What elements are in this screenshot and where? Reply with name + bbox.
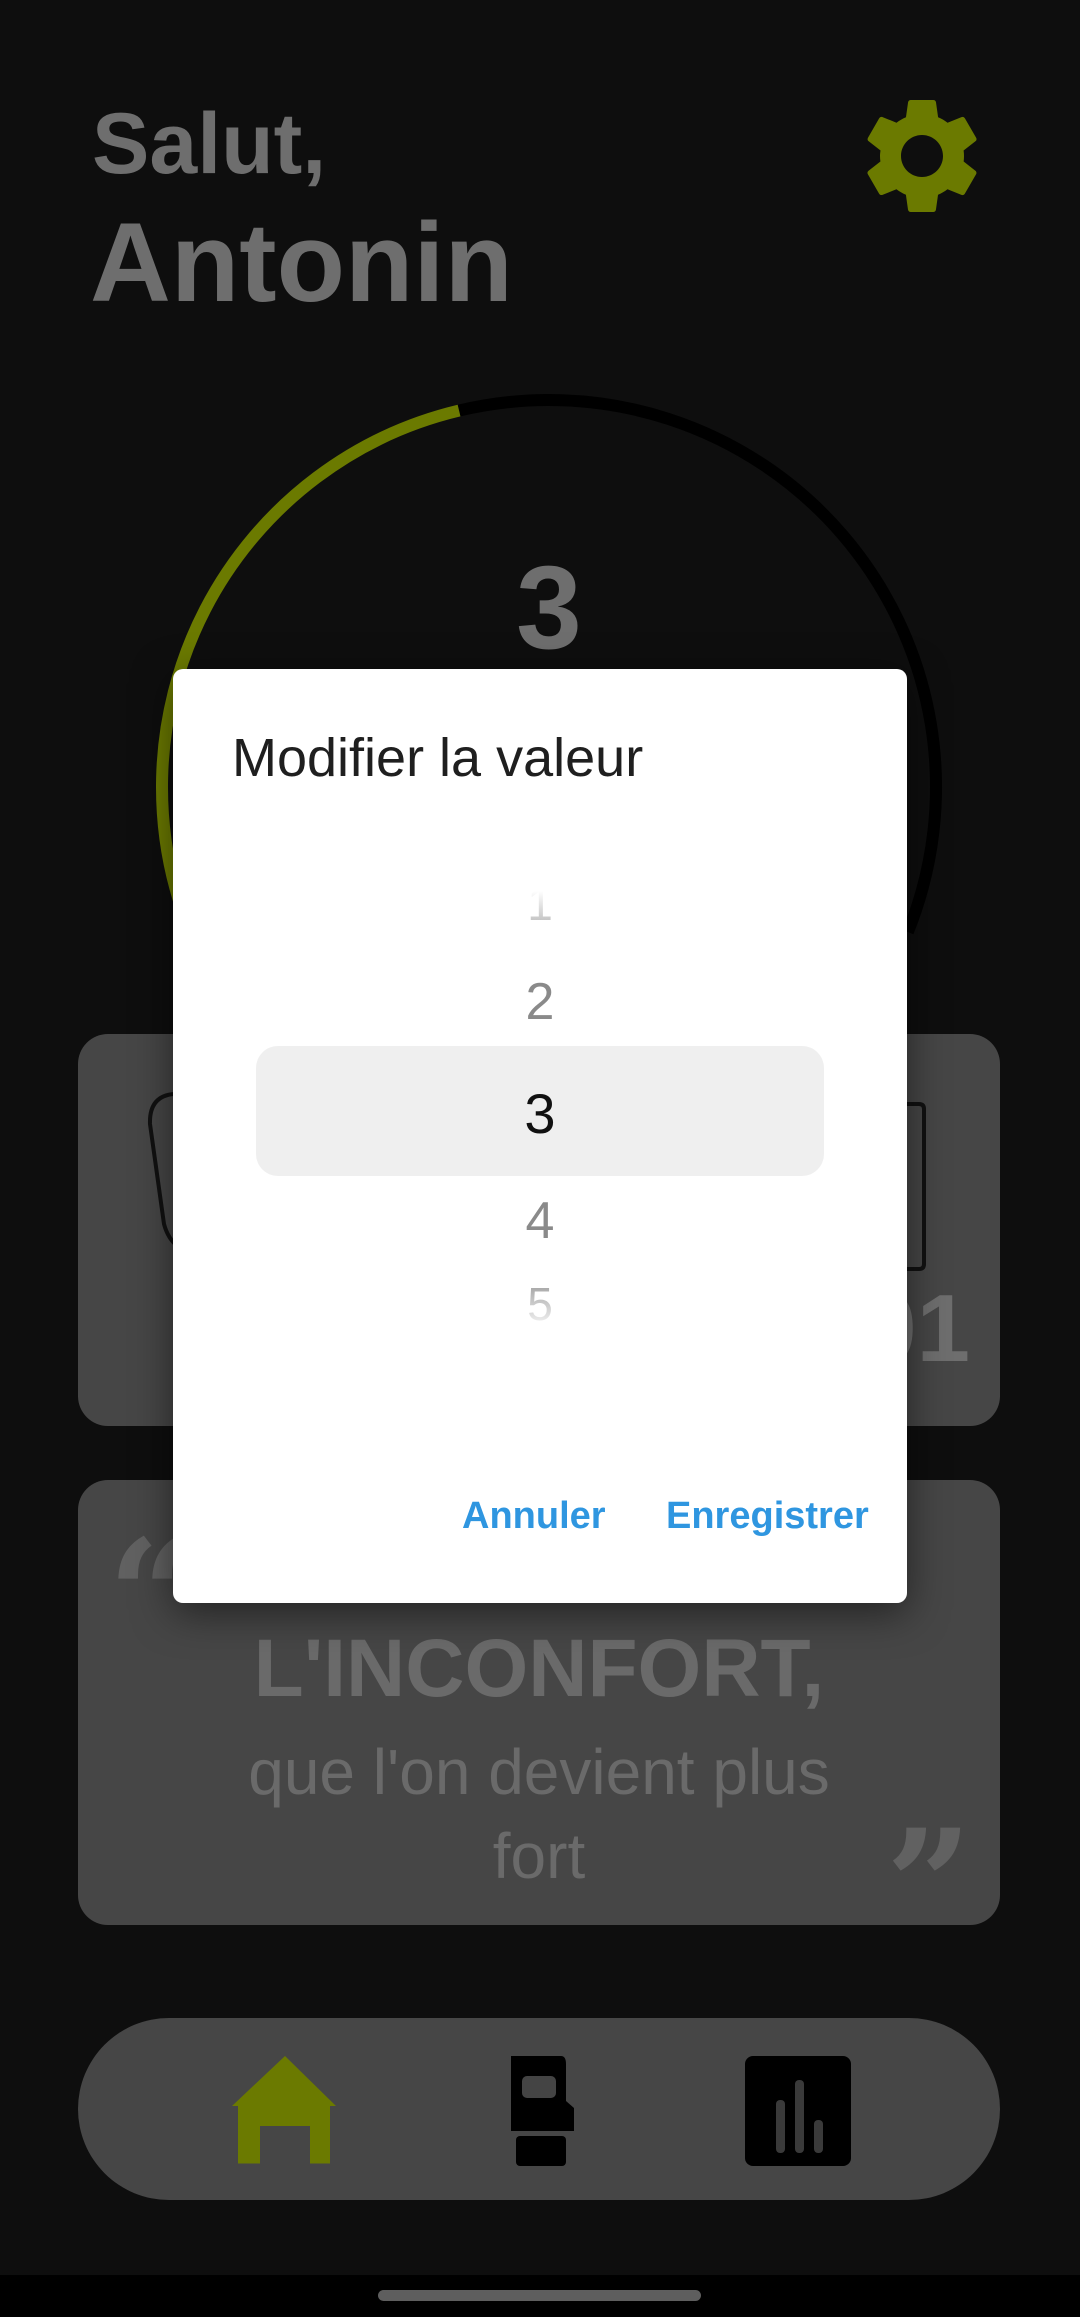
close-quote-icon: ”	[885, 1797, 972, 1973]
dialog-title: Modifier la valeur	[232, 728, 644, 788]
number-picker[interactable]: 0 1 2 3 4 5 6	[256, 891, 824, 1331]
cancel-button[interactable]: Annuler	[462, 1495, 606, 1538]
picker-option-selected[interactable]: 3	[256, 1081, 824, 1146]
quote-line-2: que l'on devient plus fort	[248, 1736, 830, 1892]
picker-option[interactable]: 4	[256, 1191, 824, 1251]
boxing-glove-icon[interactable]	[486, 2056, 596, 2166]
home-icon[interactable]	[230, 2056, 340, 2166]
save-button[interactable]: Enregistrer	[666, 1495, 869, 1538]
chart-icon[interactable]	[743, 2056, 853, 2166]
picker-option[interactable]: 2	[256, 972, 824, 1032]
picker-fade-top	[256, 891, 824, 951]
bottom-nav	[78, 2018, 1000, 2200]
picker-fade-bottom	[256, 1271, 824, 1331]
edit-value-dialog: Modifier la valeur 0 1 2 3 4 5 6 Annuler…	[173, 669, 907, 1603]
quote-line-1: L'INCONFORT,	[253, 1623, 825, 1714]
progress-value[interactable]: 3	[449, 540, 649, 676]
home-gesture-handle[interactable]	[378, 2290, 701, 2301]
